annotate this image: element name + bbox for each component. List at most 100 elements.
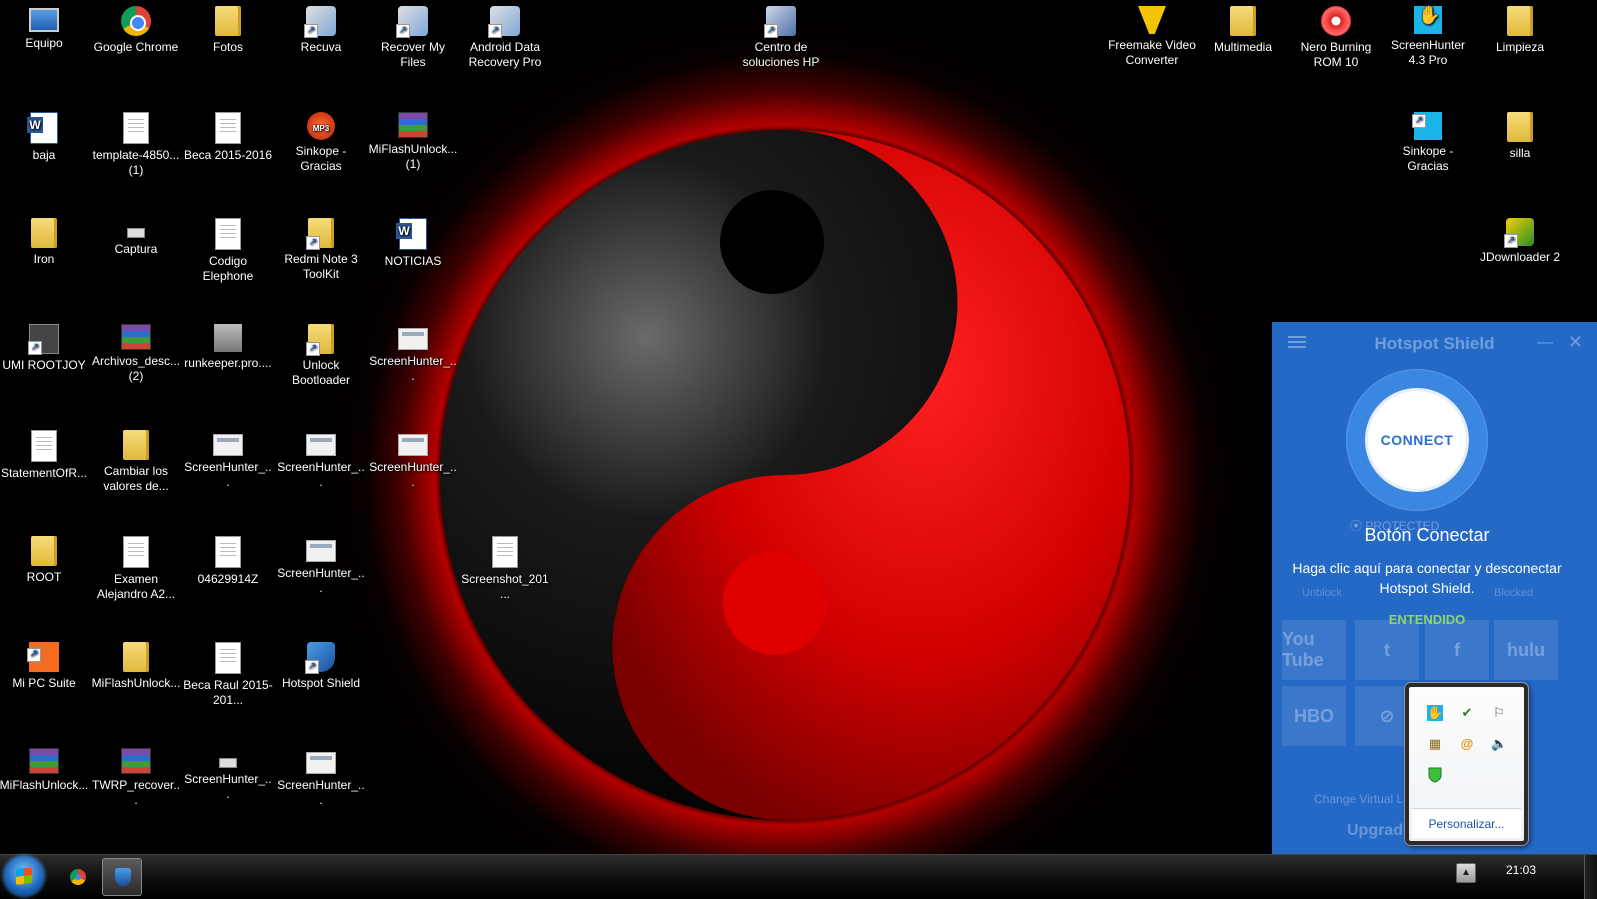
desktop-icon-examen[interactable]: Examen Alejandro A2... — [90, 530, 182, 602]
hulu-tile[interactable]: hulu — [1494, 620, 1558, 680]
image-file-icon — [306, 752, 336, 774]
desktop-icon-recuva[interactable]: Recuva — [275, 0, 367, 55]
jdownloader-icon — [1504, 218, 1534, 248]
desktop-icon-redmi-toolkit[interactable]: Redmi Note 3 ToolKit — [275, 212, 367, 282]
security-tray-icon[interactable]: ✔ — [1459, 705, 1475, 721]
desktop-icon-miflashunlock-rar[interactable]: MiFlashUnlock... — [0, 742, 90, 793]
folder-icon — [1230, 6, 1256, 36]
desktop-icon-screenhunter-f[interactable]: ScreenHunter_... — [182, 742, 274, 802]
image-file-icon — [398, 328, 428, 350]
hbo-tile[interactable]: HBO — [1282, 686, 1346, 746]
hotspot-shield-icon — [115, 868, 131, 886]
word-document-icon — [27, 112, 58, 144]
desktop-icon-recover-my-files[interactable]: Recover My Files — [367, 0, 459, 70]
desktop-icon-fotos[interactable]: Fotos — [182, 0, 274, 55]
show-hidden-icons-button[interactable]: ▲ — [1456, 863, 1476, 883]
desktop-icon-screenhunter-b[interactable]: ScreenHunter_... — [182, 424, 274, 490]
desktop-icon-beca-2015[interactable]: Beca 2015-2016 — [182, 106, 274, 163]
desktop-icon-archivos-desc[interactable]: Archivos_desc... (2) — [90, 318, 182, 384]
desktop-icon-android-data-recovery[interactable]: Android Data Recovery Pro — [459, 0, 551, 70]
screenhunter-tray-icon[interactable]: ✋ — [1427, 705, 1443, 721]
document-icon — [215, 112, 241, 144]
close-button[interactable]: ✕ — [1568, 332, 1583, 353]
mi-suite-icon — [27, 642, 59, 672]
tooltip-title: Botón Conectar — [1364, 525, 1490, 545]
yin-yang-wallpaper — [440, 130, 1130, 820]
umi-icon — [28, 324, 59, 355]
upgrade-button[interactable]: Upgrade — [1347, 822, 1412, 840]
folder-icon — [1507, 112, 1533, 142]
folder-shortcut-icon — [306, 218, 334, 250]
desktop-icon-template[interactable]: template-4850... (1) — [90, 106, 182, 178]
desktop-icon-google-chrome[interactable]: Google Chrome — [90, 0, 182, 55]
desktop-icon-screenhunter-g[interactable]: ScreenHunter_... — [275, 742, 367, 808]
desktop-icon-centro-hp[interactable]: Centro de soluciones HP — [735, 0, 827, 70]
document-icon — [31, 430, 57, 462]
desktop-icon-mi-pc-suite[interactable]: Mi PC Suite — [0, 636, 90, 691]
desktop-icon-freemake[interactable]: Freemake Video Converter — [1106, 0, 1198, 68]
desktop-icon-sinkope-right[interactable]: Sinkope - Gracias — [1382, 106, 1474, 174]
desktop-icon-statementofr[interactable]: StatementOfR... — [0, 424, 90, 481]
desktop-icon-baja[interactable]: baja — [0, 106, 90, 163]
image-file-icon — [492, 536, 518, 568]
desktop-icon-root[interactable]: ROOT — [0, 530, 90, 585]
desktop-icon-twrp[interactable]: TWRP_recover... — [90, 742, 182, 808]
minimize-button[interactable]: — — [1537, 334, 1553, 352]
desktop-icon-nero[interactable]: Nero Burning ROM 10 — [1290, 0, 1382, 70]
desktop-icon-limpieza[interactable]: Limpieza — [1474, 0, 1566, 55]
desktop-icon-jdownloader[interactable]: JDownloader 2 — [1474, 212, 1566, 265]
desktop-icon-silla[interactable]: silla — [1474, 106, 1566, 161]
computer-icon — [29, 8, 59, 32]
volume-icon[interactable]: 🔈 — [1491, 736, 1507, 752]
desktop-icon-sinkope-mp3[interactable]: Sinkope - Gracias — [275, 106, 367, 174]
customize-link[interactable]: Personalizar... — [1412, 809, 1521, 839]
image-file-icon — [127, 228, 145, 238]
taskbar-hotspot-shield-button[interactable] — [102, 858, 142, 896]
network-tray-icon[interactable]: ▦ — [1427, 736, 1443, 752]
tooltip-ok-button[interactable]: ENTENDIDO — [1282, 612, 1572, 627]
desktop-icon-04629914z[interactable]: 04629914Z — [182, 530, 274, 587]
show-desktop-button[interactable] — [1584, 855, 1597, 899]
desktop-icon-umi-rootjoy[interactable]: UMI ROOTJOY — [0, 318, 90, 373]
desktop-icon-equipo[interactable]: Equipo — [0, 0, 90, 51]
desktop-icon-iron[interactable]: Iron — [0, 212, 90, 267]
twitter-tile[interactable]: t — [1355, 620, 1419, 680]
youtube-tile[interactable]: You Tube — [1282, 620, 1346, 680]
desktop-icon-screenshot[interactable]: Screenshot_201... — [459, 530, 551, 602]
avast-tray-icon[interactable]: @ — [1459, 736, 1475, 752]
desktop-icon-screenhunter-pro[interactable]: ScreenHunter 4.3 Pro — [1382, 0, 1474, 68]
tray-overflow-popup: ✋ ✔ ⚐ ▦ @ 🔈 Personalizar... — [1405, 683, 1528, 845]
desktop-icon-unlock-bootloader[interactable]: Unlock Bootloader — [275, 318, 367, 388]
desktop-icon-screenhunter-e[interactable]: ScreenHunter_... — [275, 530, 367, 596]
mp3-icon — [307, 112, 335, 140]
document-icon — [123, 536, 149, 568]
desktop-icon-multimedia[interactable]: Multimedia — [1197, 0, 1289, 55]
folder-icon — [31, 218, 57, 248]
nero-icon — [1321, 6, 1351, 36]
taskbar-chrome-button[interactable] — [58, 858, 98, 896]
start-button[interactable] — [4, 856, 44, 896]
desktop-icon-codigo-elephone[interactable]: Codigo Elephone — [182, 212, 274, 284]
connect-ring: CONNECT — [1347, 370, 1487, 510]
action-center-flag-icon[interactable]: ⚐ — [1491, 705, 1507, 721]
hotspot-shield-tray-icon[interactable] — [1427, 767, 1443, 783]
folder-icon — [1507, 6, 1533, 36]
desktop-icon-miflashunlock-1[interactable]: MiFlashUnlock... (1) — [367, 106, 459, 172]
text-file-icon — [215, 218, 241, 250]
clock[interactable]: 21:03 — [1493, 863, 1549, 877]
desktop-icon-miflashunlock-folder[interactable]: MiFlashUnlock... — [90, 636, 182, 691]
desktop-icon-screenhunter-c[interactable]: ScreenHunter_... — [275, 424, 367, 490]
tooltip-body: Haga clic aquí para conectar y desconect… — [1282, 558, 1572, 598]
connect-button[interactable]: CONNECT — [1365, 388, 1469, 492]
desktop-icon-screenhunter-a[interactable]: ScreenHunter_... — [367, 318, 459, 384]
desktop-icon-runkeeper-apk[interactable]: runkeeper.pro.... — [182, 318, 274, 371]
desktop-icon-cambiar-valores[interactable]: Cambiar los valores de... — [90, 424, 182, 494]
hotspot-shield-titlebar: Hotspot Shield — ✕ — [1272, 322, 1597, 364]
desktop-icon-beca-raul[interactable]: Beca Raul 2015-201... — [182, 636, 274, 708]
desktop-icon-screenhunter-d[interactable]: ScreenHunter_... — [367, 424, 459, 490]
folder-icon — [123, 430, 149, 460]
desktop-icon-noticias[interactable]: NOTICIAS — [367, 212, 459, 269]
desktop-icon-captura[interactable]: Captura — [90, 212, 182, 257]
desktop-icon-hotspot-shield[interactable]: Hotspot Shield — [275, 636, 367, 691]
facebook-tile[interactable]: f — [1425, 620, 1489, 680]
